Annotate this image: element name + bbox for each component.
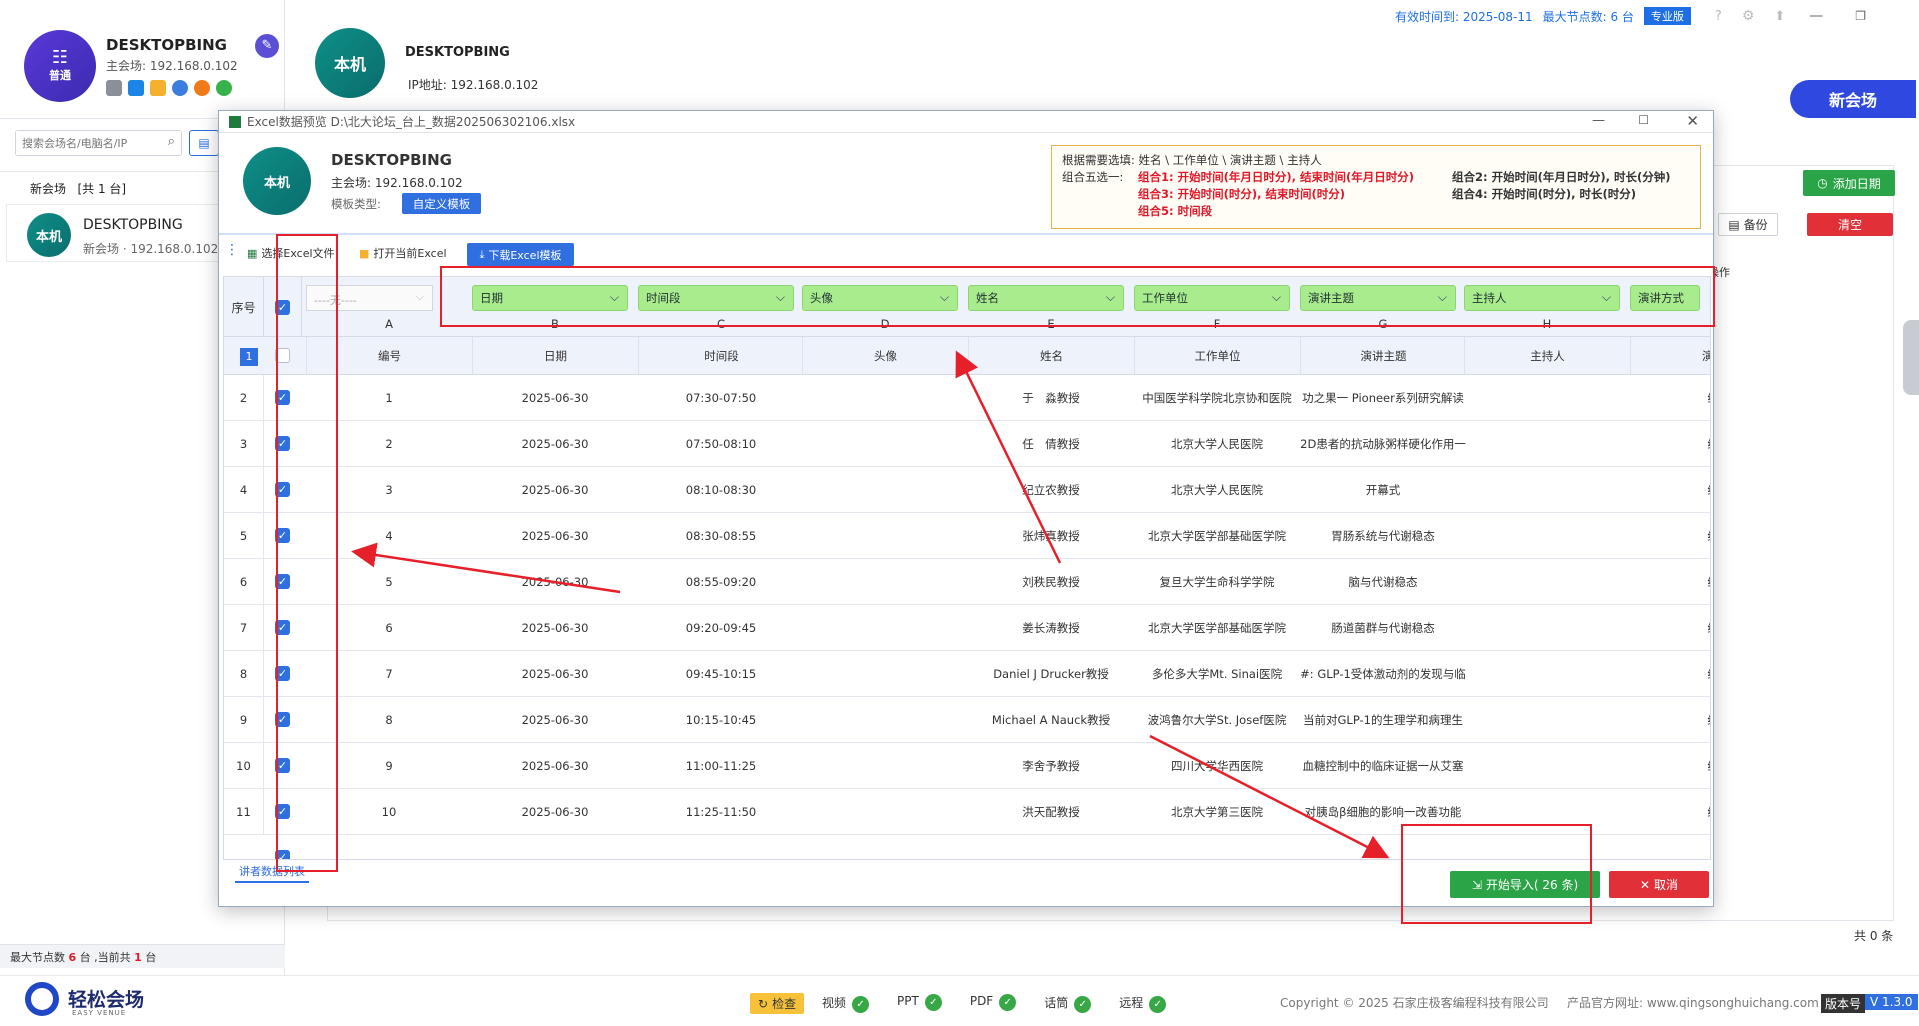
check-circle-icon: ✓ <box>1149 996 1167 1013</box>
website: 产品官方网址: www.qingsonghuichang.com <box>1567 996 1819 1010</box>
status-item[interactable]: 远程 ✓ <box>1119 994 1167 1013</box>
logo-icon <box>25 982 59 1016</box>
version-label: 版本号 <box>1821 994 1866 1013</box>
status-item[interactable]: 话筒 ✓ <box>1044 994 1092 1013</box>
status-items: 视频 ✓ PPT ✓ PDF ✓ 话筒 ✓ 远程 ✓ <box>822 994 1167 1013</box>
status-item-label: PPT <box>897 994 919 1008</box>
status-item-label: 视频 <box>822 996 847 1010</box>
refresh-icon: ↻ <box>758 996 769 1011</box>
status-item-label: 话筒 <box>1044 996 1069 1010</box>
copyright: Copyright © 2025 石家庄极客编程科技有限公司 <box>1280 996 1549 1010</box>
annotation-arrows <box>351 350 1390 859</box>
arrow-to-mapping <box>955 350 1062 564</box>
version-number: V 1.3.0 <box>1865 994 1918 1010</box>
check-button[interactable]: ↻ 检查 <box>750 993 805 1014</box>
arrow-to-import <box>1149 734 1390 859</box>
status-item-label: PDF <box>969 994 994 1008</box>
check-circle-icon: ✓ <box>999 994 1017 1011</box>
logo-text: 轻松会场 <box>68 989 145 1011</box>
status-item[interactable]: PDF ✓ <box>969 994 1017 1013</box>
status-item-label: 远程 <box>1119 996 1144 1010</box>
arrow-to-checkboxes <box>351 542 621 594</box>
check-circle-icon: ✓ <box>852 996 870 1013</box>
status-item[interactable]: 视频 ✓ <box>822 994 870 1013</box>
check-label: 检查 <box>772 997 797 1011</box>
logo-subtext: EASY VENUE <box>72 1009 127 1017</box>
check-circle-icon: ✓ <box>1074 996 1092 1013</box>
check-circle-icon: ✓ <box>924 994 942 1011</box>
status-item[interactable]: PPT ✓ <box>897 994 942 1013</box>
bottom-bar: 轻松会场 EASY VENUE ↻ 检查 视频 ✓ PPT ✓ PDF ✓ 话筒 ✓ 远程 ✓ Co… <box>0 975 1919 1026</box>
